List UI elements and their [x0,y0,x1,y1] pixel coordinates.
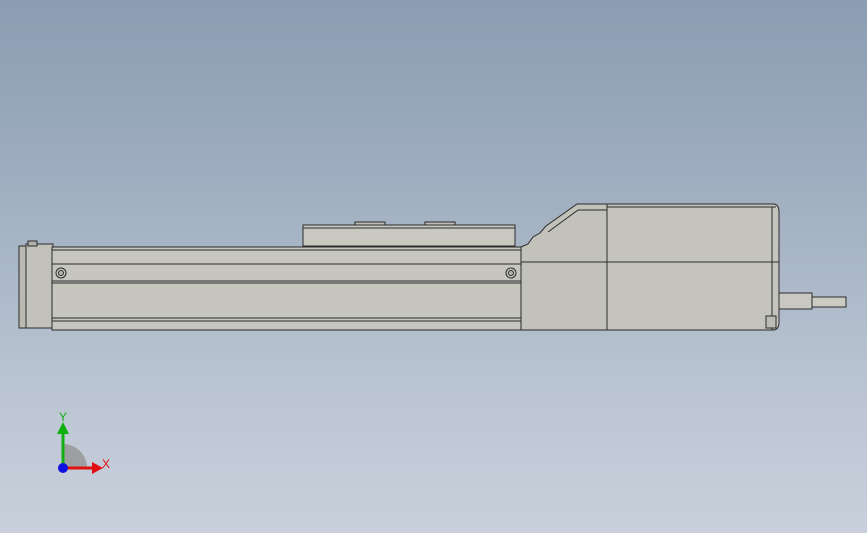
x-axis-label: X [102,457,110,471]
axis-triad: Y X [40,410,130,490]
screw-right-inner [508,270,514,276]
axis-triad-graphic: Y X [57,410,110,474]
triad-arc [63,444,87,468]
cad-viewport[interactable]: Y X [0,0,867,533]
motor-adapter [520,203,608,331]
carriage-bump-1 [354,221,386,226]
carriage-bump-2 [424,221,456,226]
motor-connector [765,315,777,329]
screw-left-inner [58,270,64,276]
cable-gland [778,292,813,310]
y-axis-label: Y [59,410,67,424]
cable [811,296,847,308]
end-cap-plate [25,243,54,329]
z-axis-dot [58,463,68,473]
motor-housing [606,203,780,331]
model-view[interactable] [0,0,867,533]
end-cap-notch [27,240,38,247]
linear-actuator-model[interactable] [18,203,847,331]
